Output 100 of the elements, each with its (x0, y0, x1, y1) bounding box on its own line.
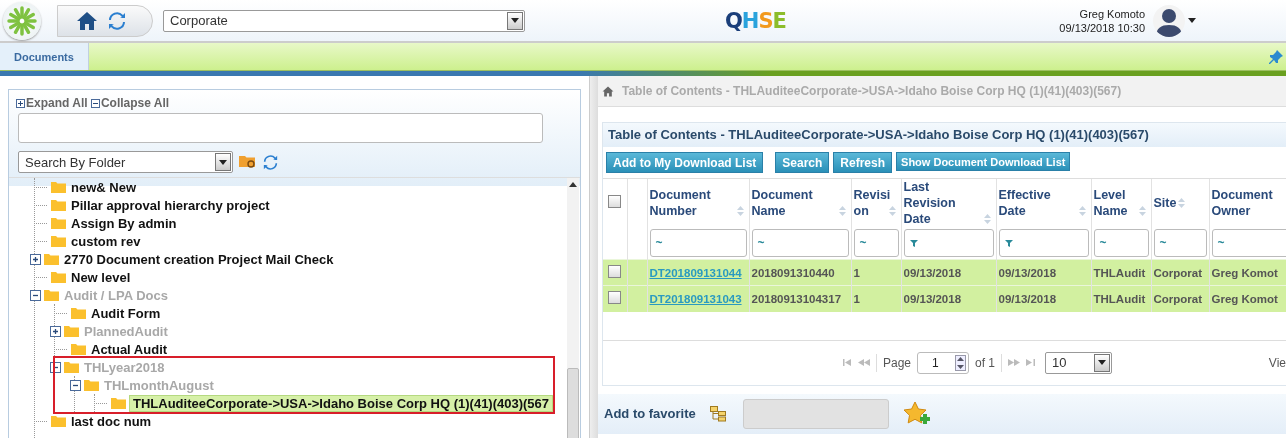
app-logo[interactable] (3, 1, 41, 40)
user-name: Greg Komoto (1079, 6, 1145, 21)
tree-item[interactable]: last doc num (69, 413, 154, 429)
tree-item[interactable]: Assign By admin (69, 215, 179, 231)
select-all-checkbox[interactable] (608, 195, 621, 208)
table-cell: 1 (853, 292, 860, 305)
tree-item[interactable]: 2770 Document creation Project Mail Check (62, 251, 336, 267)
folder-icon (64, 325, 79, 337)
filter-field[interactable] (903, 229, 994, 257)
table-cell: Greg Komot (1211, 292, 1278, 305)
filter-field[interactable]: ~ (751, 229, 849, 257)
folder-search-icon[interactable] (239, 155, 257, 169)
folder-icon (51, 415, 66, 427)
folder-icon (51, 217, 66, 229)
date-time: 09/13/2018 10:30 (1059, 20, 1145, 35)
table-cell: Corporat (1153, 266, 1203, 279)
filter-icon[interactable] (1004, 239, 1013, 247)
search-by-dropdown[interactable]: Search By Folder (18, 151, 233, 173)
page-count: of 1 (975, 355, 996, 370)
folder-icon (51, 271, 66, 283)
table-cell: Corporat (1153, 292, 1203, 305)
page-number-field[interactable]: 1 (917, 351, 970, 374)
table-cell: THLAudit (1093, 266, 1146, 279)
star-plus-icon[interactable] (902, 400, 931, 427)
column-header[interactable]: Site (1153, 195, 1177, 211)
filter-field[interactable]: ~ (1093, 229, 1149, 257)
filter-field[interactable] (998, 229, 1089, 257)
favorite-label: Add to favorite (604, 406, 696, 421)
folder-icon (44, 289, 59, 301)
filter-field[interactable]: ~ (649, 229, 747, 257)
company-dropdown[interactable]: Corporate (163, 9, 525, 32)
panel-title: Table of Contents - THLAuditeeCorporate->USA->Idaho Boise Corp HQ (1)(41)(403)(567) (603, 123, 1286, 147)
column-header[interactable]: Document Owner (1211, 187, 1286, 219)
spinner-icon[interactable] (955, 354, 967, 371)
search-input-field[interactable] (18, 113, 543, 143)
favorite-name-field[interactable] (742, 398, 889, 429)
folder-icon (84, 379, 99, 391)
tree-item[interactable]: Audit Form (89, 305, 163, 321)
tree-item[interactable]: New level (69, 269, 133, 285)
table-cell: 2018091310440 (751, 266, 835, 279)
tree-structure-icon[interactable] (709, 405, 727, 422)
folder-icon (51, 199, 66, 211)
collapse-icon[interactable] (70, 379, 81, 391)
previous-page-icon[interactable] (858, 359, 870, 366)
tree-item[interactable]: new& New (69, 179, 138, 195)
last-page-icon[interactable] (1026, 359, 1036, 366)
column-header[interactable]: Document Number (649, 187, 735, 219)
documents-tab[interactable]: Documents (0, 43, 89, 70)
column-header[interactable]: Last Revision Date (903, 179, 982, 227)
folder-icon (71, 343, 86, 355)
scroll-up-icon[interactable] (569, 182, 578, 187)
table-cell: Greg Komot (1211, 266, 1278, 279)
tree-item[interactable]: custom rev (69, 233, 143, 249)
row-checkbox[interactable] (608, 265, 621, 278)
folder-icon (64, 361, 79, 373)
expand-all-link[interactable]: Expand All (16, 96, 88, 110)
home-icon[interactable] (76, 10, 98, 31)
home-icon[interactable] (602, 85, 614, 97)
collapse-icon[interactable] (90, 98, 100, 108)
expand-icon[interactable] (16, 98, 25, 108)
pin-icon[interactable] (1268, 48, 1284, 65)
column-header[interactable]: Document Name (751, 187, 837, 219)
table-cell: THLAudit (1093, 292, 1146, 305)
tree-item[interactable]: THLAuditeeCorporate->USA->Idaho Boise Corp HQ (1)(41)(403)(567 (129, 394, 554, 412)
folder-icon (71, 307, 86, 319)
folder-icon (44, 253, 59, 265)
table-cell: 09/13/2018 (903, 292, 962, 305)
refresh-icon[interactable] (263, 154, 278, 170)
table-cell: 09/13/2018 (998, 266, 1057, 279)
filter-field[interactable]: ~ (853, 229, 899, 257)
page-size-dropdown[interactable]: 10 (1045, 351, 1113, 374)
column-header[interactable]: Level Name (1093, 187, 1137, 219)
filter-icon[interactable] (909, 239, 918, 247)
collapse-all-link[interactable]: Collapse All (90, 96, 170, 110)
refresh-icon[interactable] (108, 11, 126, 30)
table-cell: 1 (853, 266, 860, 279)
table-cell: 09/13/2018 (903, 266, 962, 279)
first-page-icon[interactable] (843, 359, 852, 366)
expand-icon[interactable] (50, 325, 61, 337)
collapse-icon[interactable] (30, 289, 41, 301)
tree-item[interactable]: Pillar approval hierarchy project (69, 197, 272, 213)
filter-field[interactable]: ~ (1153, 229, 1207, 257)
caret-icon[interactable] (1188, 18, 1196, 23)
row-checkbox[interactable] (608, 291, 621, 305)
collapse-icon[interactable] (50, 361, 61, 373)
table-cell: 20180913104317 (751, 292, 842, 305)
page-label: Page (883, 355, 912, 370)
next-page-icon[interactable] (1008, 359, 1021, 366)
scrollbar[interactable] (567, 178, 580, 438)
folder-icon (51, 235, 66, 247)
brand-logo: QHSE (725, 8, 786, 33)
column-header[interactable]: Effective Date (998, 187, 1077, 219)
folder-icon (111, 397, 126, 409)
tree-item[interactable]: Actual Audit (89, 341, 170, 357)
avatar-icon[interactable] (1153, 4, 1185, 37)
view-info: Vie (1268, 355, 1286, 370)
table-cell: 09/13/2018 (998, 292, 1057, 305)
filter-field[interactable]: ~ (1211, 229, 1286, 257)
folder-icon (51, 181, 66, 193)
expand-icon[interactable] (30, 253, 41, 265)
